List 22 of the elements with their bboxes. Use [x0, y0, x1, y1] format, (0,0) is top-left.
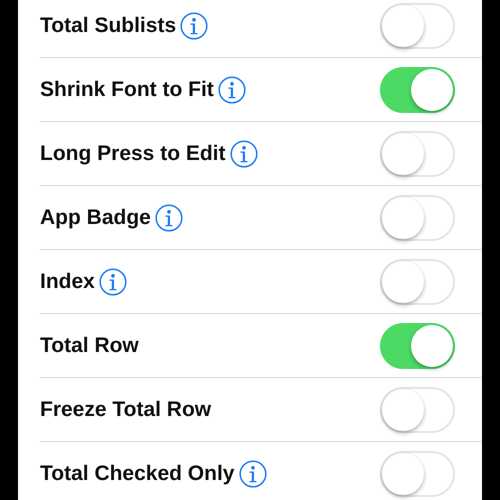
setting-label: Total Row	[40, 333, 139, 360]
toggle-switch[interactable]	[380, 323, 455, 369]
toggle-switch[interactable]	[380, 67, 455, 113]
info-icon[interactable]	[238, 460, 266, 488]
setting-label: App Badge	[40, 205, 151, 232]
setting-label: Freeze Total Row	[40, 397, 212, 424]
info-icon[interactable]	[98, 268, 127, 296]
info-icon[interactable]	[180, 12, 208, 40]
toggle-switch[interactable]	[380, 259, 455, 305]
info-icon[interactable]	[230, 140, 258, 168]
setting-label: Total Sublists	[40, 13, 176, 40]
toggle-switch[interactable]	[380, 3, 455, 49]
info-icon[interactable]	[218, 76, 246, 104]
setting-label: Total Checked Only	[40, 461, 234, 488]
info-icon[interactable]	[154, 204, 183, 232]
setting-label: Index	[40, 269, 95, 296]
setting-label: Shrink Font to Fit	[40, 77, 214, 104]
toggle-switch[interactable]	[380, 131, 455, 177]
setting-label: Long Press to Edit	[40, 141, 226, 168]
toggle-switch[interactable]	[380, 451, 455, 497]
toggle-switch[interactable]	[380, 195, 455, 241]
toggle-switch[interactable]	[380, 387, 455, 433]
